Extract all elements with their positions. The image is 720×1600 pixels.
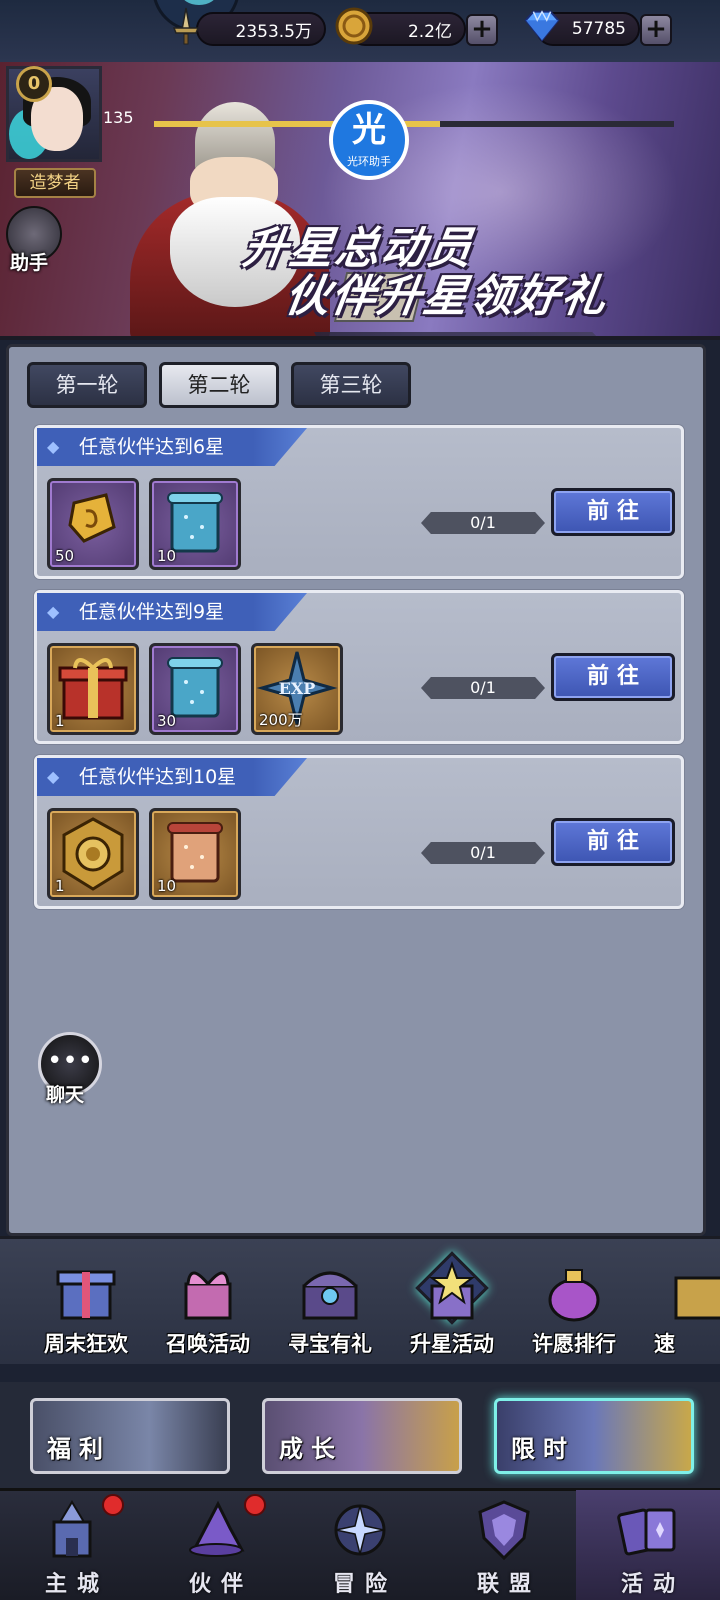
reward-count: 10: [157, 877, 177, 895]
task-title: 任意伙伴达到6星: [37, 428, 307, 466]
add-diamond-button[interactable]: +: [640, 14, 672, 46]
nav-alliance[interactable]: 联盟: [432, 1490, 576, 1600]
wish-bag-icon: [538, 1260, 610, 1324]
activity-label: 速: [654, 1332, 675, 1356]
compass-star-icon: [328, 1498, 392, 1562]
nav-label: 冒险: [332, 1572, 397, 1597]
activity-label: 寻宝有礼: [288, 1332, 372, 1356]
helper-label[interactable]: 助手: [10, 248, 48, 275]
nav-label: 伙伴: [188, 1572, 253, 1597]
nav-label: 活动: [620, 1572, 685, 1597]
task-card: 任意伙伴达到10星 1 10 0/1 前往: [34, 755, 684, 909]
task-card: 任意伙伴达到9星 1 30 EXP 200万 0/1 前往: [34, 590, 684, 744]
reward-item[interactable]: EXP 200万: [251, 643, 343, 735]
nav-adventure[interactable]: 冒险: [288, 1490, 432, 1600]
nav-label: 联盟: [476, 1572, 541, 1597]
category-label: 限时: [511, 1435, 575, 1463]
reward-item[interactable]: 10: [149, 808, 241, 900]
player-level: 135: [103, 108, 134, 127]
activity-weekend[interactable]: 周末狂欢: [26, 1260, 146, 1360]
reward-count: 200万: [259, 711, 303, 729]
go-button[interactable]: 前往: [551, 818, 675, 866]
nav-label: 主城: [44, 1572, 109, 1597]
vip-level-badge: 0: [16, 66, 52, 102]
player-title-badge: 造梦者: [14, 168, 96, 198]
cards-icon: [616, 1498, 680, 1562]
gold-value: 2.2亿: [407, 21, 452, 42]
treasure-chest-icon: [294, 1260, 366, 1324]
svg-text:EXP: EXP: [279, 679, 316, 698]
power-value: 2353.5万: [235, 21, 312, 42]
wizard-hat-icon: [184, 1498, 248, 1562]
reward-item[interactable]: 30: [149, 643, 241, 735]
notification-badge: [102, 1494, 124, 1516]
notification-badge: [244, 1494, 266, 1516]
category-limited[interactable]: 限时: [494, 1398, 694, 1474]
activity-label: 许愿排行: [532, 1332, 616, 1356]
reward-count: 1: [55, 712, 65, 730]
task-progress: 0/1: [421, 512, 545, 534]
task-progress: 0/1: [421, 842, 545, 864]
reward-count: 30: [157, 712, 177, 730]
activity-wish[interactable]: 许愿排行: [514, 1260, 634, 1360]
diamond-value: 57785: [571, 19, 626, 39]
add-gold-button[interactable]: +: [466, 14, 498, 46]
power-counter: 2353.5万: [196, 12, 326, 46]
reward-item[interactable]: 1: [47, 643, 139, 735]
weekend-gift-icon: [50, 1260, 122, 1324]
tab-round-3[interactable]: 第三轮: [291, 362, 411, 408]
summon-gift-icon: [172, 1260, 244, 1324]
activity-label: 周末狂欢: [44, 1332, 128, 1356]
tab-round-1[interactable]: 第一轮: [27, 362, 147, 408]
activity-star-up[interactable]: 升星活动: [392, 1251, 512, 1360]
nav-events[interactable]: 活动: [576, 1490, 720, 1600]
castle-icon: [40, 1498, 104, 1562]
tab-round-2[interactable]: 第二轮: [159, 362, 279, 408]
activity-summon[interactable]: 召唤活动: [148, 1260, 268, 1360]
reward-item[interactable]: 10: [149, 478, 241, 570]
category-welfare[interactable]: 福利: [30, 1398, 230, 1474]
activity-label: 召唤活动: [166, 1332, 250, 1356]
reward-item[interactable]: 1: [47, 808, 139, 900]
go-button[interactable]: 前往: [551, 653, 675, 701]
category-label: 成长: [279, 1435, 343, 1463]
task-title: 任意伙伴达到10星: [37, 758, 307, 796]
chat-bubble-icon: •••: [46, 1046, 93, 1076]
partial-activity-icon: [660, 1260, 720, 1324]
overlay-logo-caption: 光环助手: [347, 155, 391, 168]
shield-crest-icon: [472, 1498, 536, 1562]
star-gift-icon: [416, 1260, 488, 1324]
task-title: 任意伙伴达到9星: [37, 593, 307, 631]
chat-label[interactable]: 聊天: [46, 1080, 84, 1107]
category-label: 福利: [47, 1435, 111, 1463]
go-button[interactable]: 前往: [551, 488, 675, 536]
sword-power-icon: [166, 6, 206, 46]
game-screen: 升星总动员 伙伴升星领好礼 剩余时间：25天2小时 ? 2353.5万 2.2亿…: [0, 0, 720, 1600]
activity-treasure[interactable]: 寻宝有礼: [270, 1260, 390, 1360]
diamond-icon: [522, 6, 562, 46]
activity-partial[interactable]: 速: [636, 1260, 720, 1360]
reward-count: 50: [55, 547, 75, 565]
event-timer: 剩余时间：25天2小时: [314, 332, 610, 336]
task-card: 任意伙伴达到6星 50 10 0/1 前往: [34, 425, 684, 579]
reward-item[interactable]: 50: [47, 478, 139, 570]
gold-coin-icon: [334, 6, 374, 46]
exp-progress-bar: [154, 121, 674, 127]
category-growth[interactable]: 成长: [262, 1398, 462, 1474]
reward-count: 1: [55, 877, 65, 895]
event-title-line2: 伙伴升星领好礼: [281, 271, 611, 322]
reward-count: 10: [157, 547, 177, 565]
activity-label: 升星活动: [410, 1332, 494, 1356]
nav-partners[interactable]: 伙伴: [144, 1490, 288, 1600]
assistant-overlay-logo[interactable]: 光 光环助手: [329, 100, 409, 180]
task-progress: 0/1: [421, 677, 545, 699]
overlay-logo-glyph: 光: [352, 110, 386, 150]
event-panel: 第一轮 第二轮 第三轮 任意伙伴达到6星 50 10 0/1 前往 任意伙伴达到…: [6, 344, 706, 1236]
